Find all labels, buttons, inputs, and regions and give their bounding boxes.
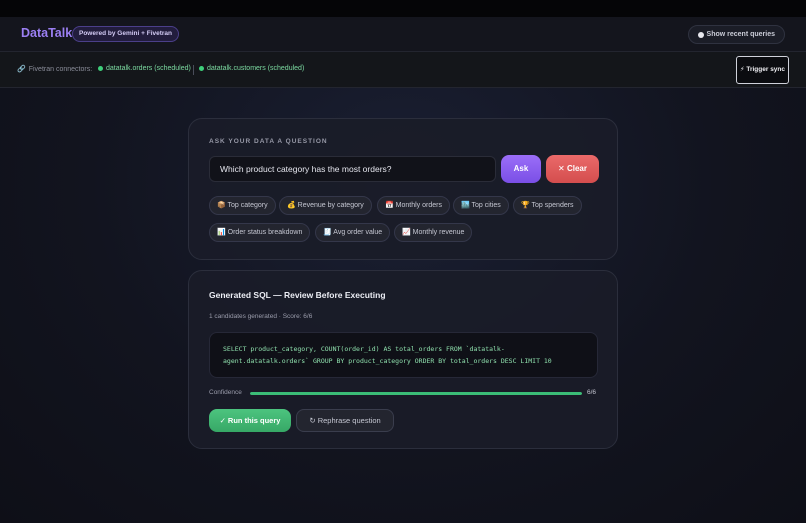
divider (193, 65, 194, 75)
suggestion-chip-top-spenders[interactable]: 🏆 Top spenders (513, 196, 582, 215)
candidates-meta: 1 candidates generated · Score: 6/6 (209, 313, 313, 320)
status-dot-icon (199, 66, 204, 71)
show-recent-queries-button[interactable]: Show recent queries (687, 25, 785, 44)
sql-code-block: SELECT product_category, COUNT(order_id)… (209, 332, 598, 378)
powered-by-badge: Powered by Gemini + Fivetran (72, 26, 180, 42)
connector-orders: datatalk.orders (scheduled) (98, 65, 191, 72)
ask-card: ASK YOUR DATA A QUESTION Ask ✕ Clear 📦 T… (188, 118, 618, 260)
suggestion-chip-avg-order-value[interactable]: 🧾 Avg order value (315, 223, 391, 242)
app-header: DataTalk Powered by Gemini + Fivetran Sh… (0, 17, 806, 52)
suggestion-chip-monthly-revenue[interactable]: 📈 Monthly revenue (394, 223, 473, 242)
suggestion-chip-top-cities[interactable]: 🏙️ Top cities (453, 196, 509, 215)
suggestion-chip-monthly-orders[interactable]: 📅 Monthly orders (377, 196, 450, 215)
connector-customers: datatalk.customers (scheduled) (199, 65, 304, 72)
rephrase-question-button[interactable]: ↻ Rephrase question (296, 409, 394, 432)
connectors-bar: 🔗 Fivetran connectors: datatalk.orders (… (0, 52, 806, 88)
run-query-button[interactable]: ✓ Run this query (209, 409, 291, 432)
question-input[interactable] (209, 156, 496, 182)
top-strip (0, 0, 806, 17)
sql-review-card: Generated SQL — Review Before Executing … (188, 270, 618, 449)
confidence-bar (250, 392, 582, 395)
clear-button[interactable]: ✕ Clear (546, 155, 599, 183)
connectors-label: 🔗 Fivetran connectors: (17, 65, 93, 74)
suggestion-chip-revenue-by-category[interactable]: 💰 Revenue by category (279, 196, 372, 215)
confidence-bar-fill (250, 392, 582, 395)
ask-label: ASK YOUR DATA A QUESTION (209, 138, 328, 145)
confidence-label: Confidence (209, 389, 242, 396)
status-dot-icon (98, 66, 103, 71)
app-logo: DataTalk (21, 26, 73, 40)
link-icon: 🔗 (17, 66, 26, 73)
ask-button[interactable]: Ask (501, 155, 541, 183)
suggestion-chip-top-category[interactable]: 📦 Top category (209, 196, 276, 215)
confidence-value: 6/6 (587, 389, 597, 396)
trigger-sync-button[interactable]: ⚡ Trigger sync (736, 56, 789, 84)
show-recent-queries-label: Show recent queries (706, 31, 775, 38)
suggestion-chip-order-status-breakdown[interactable]: 📊 Order status breakdown (209, 223, 311, 242)
sql-review-title: Generated SQL — Review Before Executing (209, 290, 386, 300)
circle-icon (697, 31, 704, 38)
